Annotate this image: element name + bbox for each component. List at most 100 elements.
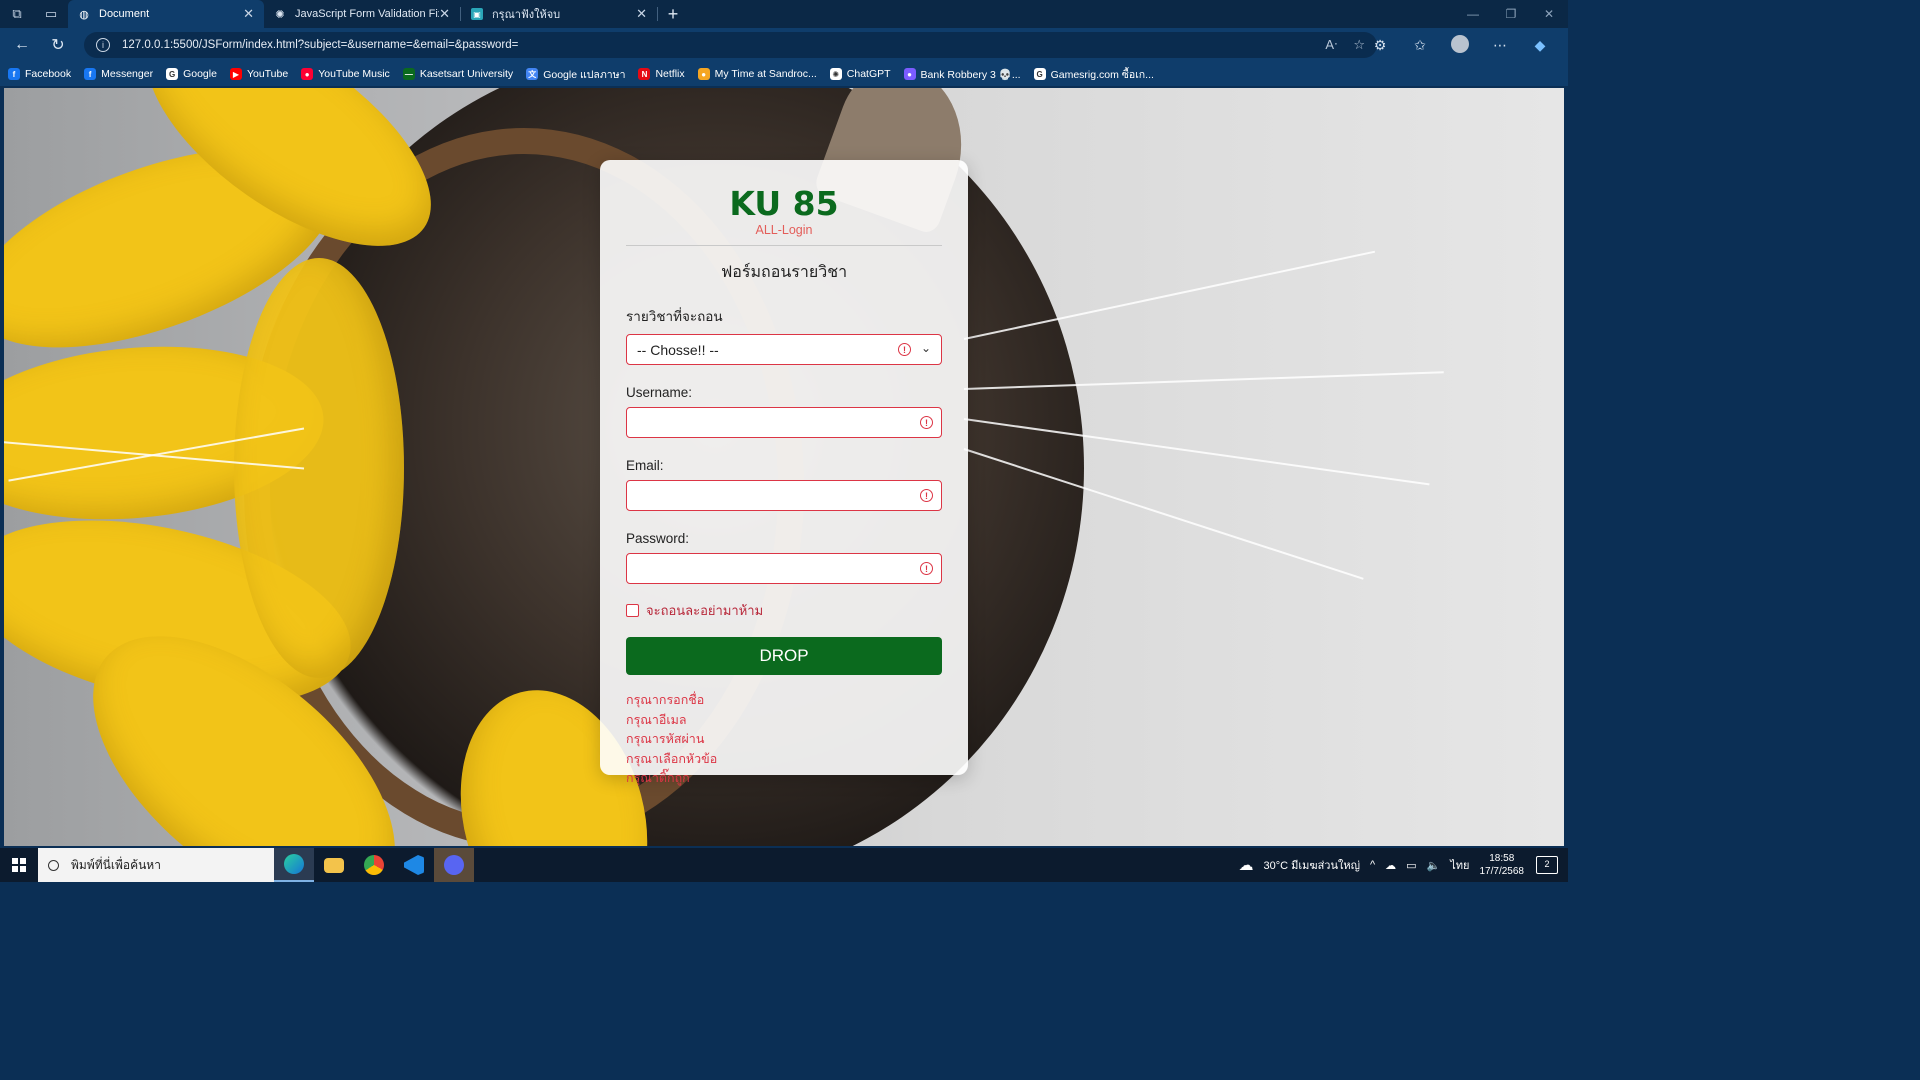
clock-time: 18:58 [1489, 853, 1515, 864]
taskbar-file-explorer[interactable] [314, 848, 354, 882]
bookmark-favicon-icon: f [84, 68, 97, 80]
taskbar-edge[interactable] [274, 848, 314, 882]
bookmark-item[interactable]: G Google [166, 68, 217, 80]
chevron-up-icon[interactable]: ^ [1370, 859, 1375, 871]
error-icon: ! [920, 489, 933, 502]
taskbar-chrome[interactable] [354, 848, 394, 882]
extensions-icon[interactable]: ⚙ [1360, 37, 1400, 54]
weather-text[interactable]: 30°C มีเมฆส่วนใหญ่ [1264, 856, 1360, 874]
tab-title: กรุณาฟังให้จบ [492, 9, 561, 21]
volume-icon[interactable]: 🔈 [1427, 859, 1441, 872]
error-icon: ! [920, 562, 933, 575]
back-icon[interactable]: ← [4, 28, 40, 62]
bookmark-label: YouTube Music [318, 68, 390, 80]
taskbar-search[interactable]: พิมพ์ที่นี่เพื่อค้นหา [38, 848, 274, 882]
copilot-icon[interactable]: ◆ [1520, 37, 1560, 54]
notifications-icon[interactable]: 2 [1536, 856, 1558, 874]
bookmark-item[interactable]: f Messenger [84, 68, 153, 80]
bookmark-label: YouTube [246, 68, 289, 80]
restore-icon[interactable]: ❐ [1492, 0, 1530, 28]
search-icon [48, 859, 59, 871]
confirm-checkbox[interactable] [626, 604, 639, 617]
profile-avatar[interactable] [1440, 34, 1480, 56]
minimize-icon[interactable]: — [1454, 0, 1492, 28]
tab-js-validation[interactable]: ✺ JavaScript Form Validation Fix ✕ [264, 0, 460, 28]
email-input[interactable]: ! [626, 480, 942, 511]
brand-subtitle: ALL-Login [755, 223, 813, 237]
bookmark-item[interactable]: 文 Google แปลภาษา [526, 66, 625, 83]
vscode-icon [404, 855, 424, 875]
bookmark-item[interactable]: ● Bank Robbery 3 💀... [903, 68, 1021, 81]
clock[interactable]: 18:58 17/7/2568 [1480, 852, 1525, 878]
chevron-down-icon: ⌄ [920, 341, 931, 355]
bookmark-item[interactable]: — Kasetsart University [402, 68, 513, 80]
bookmark-item[interactable]: ● YouTube Music [301, 68, 390, 80]
close-tab-icon[interactable]: ✕ [636, 6, 647, 22]
subject-select[interactable]: -- Chosse!! -- ! ⌄ [626, 334, 942, 365]
error-icon: ! [898, 343, 911, 356]
form-title: ฟอร์มถอนรายวิชา [720, 264, 848, 281]
bookmark-item[interactable]: N Netflix [638, 68, 685, 80]
discord-icon [444, 855, 464, 875]
bookmark-favicon-icon: f [8, 68, 20, 80]
onedrive-icon[interactable]: ☁ [1385, 859, 1396, 872]
page-viewport: KU 85 ALL-Login ฟอร์มถอนรายวิชา รายวิชาท… [4, 88, 1564, 846]
bookmark-label: Gamesrig.com ซื้อเก... [1050, 68, 1154, 81]
close-window-icon[interactable]: ✕ [1530, 0, 1568, 28]
bookmark-label: Messenger [101, 68, 154, 80]
address-bar-row: ← ↻ i 127.0.0.1:5500/JSForm/index.html?s… [0, 28, 1568, 62]
network-icon[interactable]: ▭ [1406, 859, 1416, 872]
taskbar-search-placeholder: พิมพ์ที่นี่เพื่อค้นหา [71, 857, 161, 872]
taskbar-discord[interactable] [434, 848, 474, 882]
bookmark-favicon-icon: G [1033, 68, 1046, 80]
tab-title: Document [99, 8, 150, 20]
tab-image[interactable]: ▣ กรุณาฟังให้จบ ✕ [461, 0, 657, 28]
bookmark-label: Netflix [655, 68, 685, 80]
bookmark-label: My Time at Sandroc... [714, 68, 817, 80]
globe-icon: ◍ [79, 8, 89, 21]
bookmark-favicon-icon: ● [697, 68, 710, 80]
close-tab-icon[interactable]: ✕ [243, 6, 254, 22]
weather-icon[interactable]: ☁ [1239, 856, 1254, 874]
bookmark-favicon-icon: ▶ [229, 68, 242, 80]
bookmark-label: Facebook [25, 68, 72, 80]
tab-actions-icon[interactable]: ▭ [34, 0, 68, 28]
close-tab-icon[interactable]: ✕ [439, 6, 450, 22]
drop-button[interactable]: DROP [626, 637, 942, 675]
new-tab-button[interactable]: + [658, 4, 688, 25]
bookmark-favicon-icon: — [402, 68, 415, 80]
url-text[interactable]: 127.0.0.1:5500/JSForm/index.html?subject… [122, 39, 1309, 51]
bookmark-item[interactable]: ✺ ChatGPT [829, 68, 891, 80]
tab-document[interactable]: ◍ Document ✕ [68, 0, 264, 28]
confirm-checkbox-label[interactable]: จะถอนละอย่ามาห้าม [646, 600, 763, 621]
more-menu-icon[interactable]: ⋯ [1480, 37, 1520, 54]
system-tray: ☁ 30°C มีเมฆส่วนใหญ่ ^ ☁ ▭ 🔈 ไทย 18:58 1… [1239, 848, 1568, 882]
username-label: Username: [626, 385, 693, 400]
start-button[interactable] [0, 848, 38, 882]
taskbar: พิมพ์ที่นี่เพื่อค้นหา ☁ 30°C มีเมฆส่วนให… [0, 848, 1568, 882]
taskbar-vscode[interactable] [394, 848, 434, 882]
divider [626, 245, 942, 246]
username-input[interactable]: ! [626, 407, 942, 438]
subject-selected-value: -- Chosse!! -- [637, 341, 719, 358]
workspaces-icon[interactable]: ⧉ [0, 0, 34, 28]
password-input[interactable]: ! [626, 553, 942, 584]
bookmark-label: ChatGPT [846, 68, 891, 80]
bookmark-item[interactable]: f Facebook [8, 68, 71, 80]
bookmark-favicon-icon: ✺ [829, 68, 842, 80]
site-info-icon[interactable]: i [96, 38, 110, 52]
bookmark-favicon-icon: ● [301, 68, 314, 80]
bookmark-item[interactable]: G Gamesrig.com ซื้อเก... [1033, 66, 1154, 83]
folder-icon [324, 857, 344, 873]
read-aloud-icon[interactable]: Aᐧ [1325, 37, 1337, 53]
clock-date: 17/7/2568 [1479, 866, 1525, 877]
language-indicator[interactable]: ไทย [1450, 856, 1469, 874]
favorites-icon[interactable]: ✩ [1400, 37, 1440, 54]
brand-title: KU 85 [729, 184, 839, 223]
bookmarks-bar: f Facebook f Messenger G Google ▶ YouTube ● YouTu… [0, 62, 1568, 86]
bookmark-item[interactable]: ● My Time at Sandroc... [697, 68, 817, 80]
image-icon: ▣ [471, 8, 483, 20]
bookmark-item[interactable]: ▶ YouTube [229, 68, 289, 80]
refresh-icon[interactable]: ↻ [40, 28, 76, 62]
address-input[interactable]: i 127.0.0.1:5500/JSForm/index.html?subje… [84, 32, 1377, 58]
